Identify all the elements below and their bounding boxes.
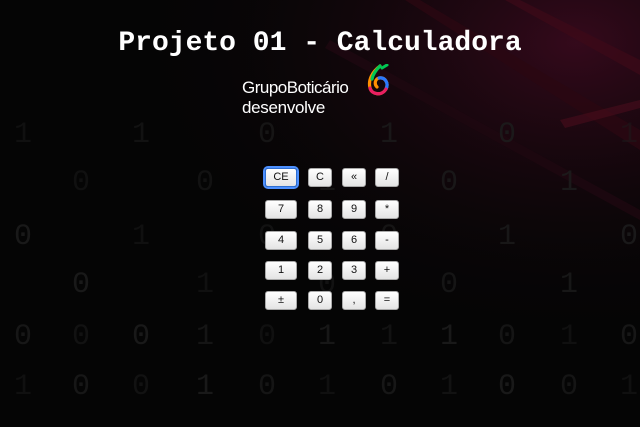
background-binary-digit: 0 xyxy=(620,320,639,354)
background-binary-digit: 0 xyxy=(196,166,215,200)
background-binary-digit: 0 xyxy=(440,268,459,302)
boticario-swirl-icon xyxy=(367,64,389,96)
background-binary-digit: 1 xyxy=(14,370,33,404)
key-1-3[interactable]: * xyxy=(375,200,399,219)
background-binary-digit: 1 xyxy=(620,118,639,152)
key-2-2[interactable]: 6 xyxy=(342,231,366,250)
key-2-3[interactable]: - xyxy=(375,231,399,250)
background-binary-digit: 0 xyxy=(72,268,91,302)
background-binary-digit: 1 xyxy=(196,320,215,354)
background-binary-digit: 0 xyxy=(498,320,517,354)
background-binary-digit: 0 xyxy=(380,370,399,404)
background-binary-digit: 1 xyxy=(620,370,639,404)
key-0-1[interactable]: C xyxy=(308,168,332,187)
background-binary-digit: 1 xyxy=(498,220,517,254)
key-4-3[interactable]: = xyxy=(375,291,399,310)
background-binary-digit: 0 xyxy=(258,118,277,152)
background-binary-digit: 0 xyxy=(72,166,91,200)
key-1-2[interactable]: 9 xyxy=(342,200,366,219)
key-2-0[interactable]: 4 xyxy=(265,231,297,250)
background-binary-digit: 0 xyxy=(132,320,151,354)
grupo-boticario-logo: GrupoBoticário desenvolve xyxy=(242,64,392,118)
key-2-1[interactable]: 5 xyxy=(308,231,332,250)
background-binary-digit: 1 xyxy=(196,370,215,404)
logo-brand-text: GrupoBoticário xyxy=(242,78,349,97)
background-binary-digit: 0 xyxy=(560,370,579,404)
background-binary-digit: 0 xyxy=(14,220,33,254)
background-binary-digit: 0 xyxy=(72,320,91,354)
page-title: Projeto 01 - Calculadora xyxy=(118,28,522,59)
background-binary-digit: 1 xyxy=(380,118,399,152)
logo-subtext: desenvolve xyxy=(242,98,326,117)
key-1-1[interactable]: 8 xyxy=(308,200,332,219)
key-4-2[interactable]: , xyxy=(342,291,366,310)
key-3-0[interactable]: 1 xyxy=(265,261,297,280)
background-binary-digit: 0 xyxy=(498,370,517,404)
background-binary-digit: 1 xyxy=(440,320,459,354)
background-binary-digit: 1 xyxy=(132,220,151,254)
background-binary-digit: 1 xyxy=(318,370,337,404)
background-binary-digit: 1 xyxy=(14,118,33,152)
key-3-1[interactable]: 2 xyxy=(308,261,332,280)
key-1-0[interactable]: 7 xyxy=(265,200,297,219)
key-0-3[interactable]: / xyxy=(375,168,399,187)
background-binary-digit: 0 xyxy=(258,370,277,404)
background-binary-digit: 1 xyxy=(380,320,399,354)
background-binary-digit: 1 xyxy=(440,370,459,404)
background-binary-digit: 1 xyxy=(560,320,579,354)
background-binary-digit: 1 xyxy=(196,268,215,302)
key-4-1[interactable]: 0 xyxy=(308,291,332,310)
background-binary-digit: 1 xyxy=(560,166,579,200)
key-4-0[interactable]: ± xyxy=(265,291,297,310)
background-binary-digit: 0 xyxy=(72,370,91,404)
key-0-2[interactable]: « xyxy=(342,168,366,187)
key-0-0[interactable]: CE xyxy=(265,168,297,187)
background-binary-digit: 1 xyxy=(318,320,337,354)
background-binary-digit: 0 xyxy=(440,166,459,200)
background-binary-digit: 1 xyxy=(132,118,151,152)
key-3-3[interactable]: + xyxy=(375,261,399,280)
background-binary-digit: 0 xyxy=(620,220,639,254)
background-binary-digit: 0 xyxy=(132,370,151,404)
background-binary-digit: 0 xyxy=(258,320,277,354)
background-binary-digit: 0 xyxy=(498,118,517,152)
key-3-2[interactable]: 3 xyxy=(342,261,366,280)
background-binary-digit: 0 xyxy=(14,320,33,354)
background-binary-digit: 1 xyxy=(560,268,579,302)
